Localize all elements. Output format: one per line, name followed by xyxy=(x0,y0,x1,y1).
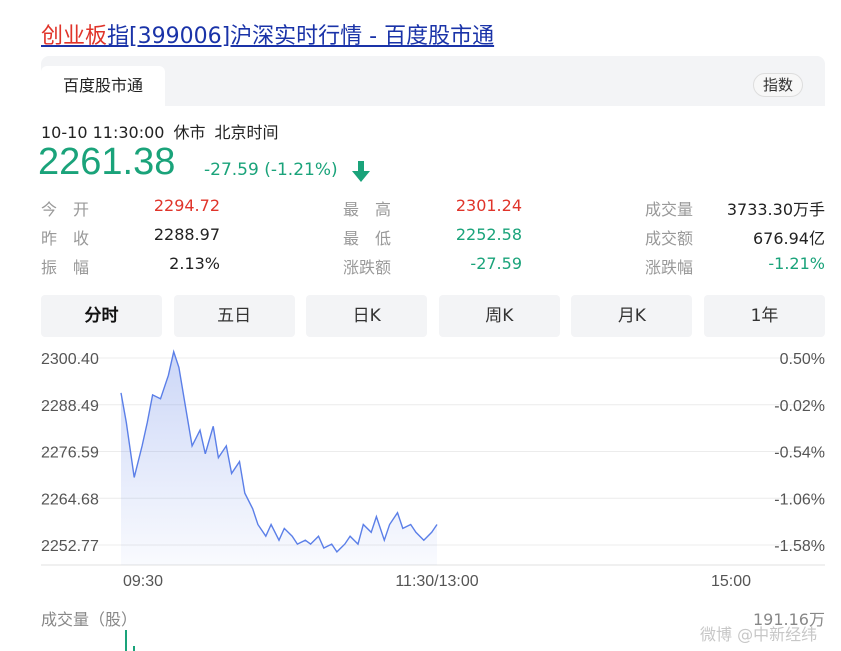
change-amount-label: 涨跌额 xyxy=(343,258,392,277)
x-tick-label: 15:00 xyxy=(711,573,751,590)
title-highlight[interactable]: 创业板 xyxy=(41,24,107,49)
open-label: 今 开 xyxy=(41,200,90,219)
change-pct-value: -1.21% xyxy=(768,254,825,273)
high-label: 最 高 xyxy=(343,200,392,219)
y-right-tick-label: -1.06% xyxy=(774,491,825,508)
price-change: -27.59 (-1.21%) xyxy=(204,160,338,180)
volume-bar xyxy=(133,646,135,651)
weibo-watermark: 微博 @中新经纬 xyxy=(700,625,818,644)
quote-datetime: 10-10 11:30:00 xyxy=(41,123,165,142)
range-tab-6[interactable]: 1年 xyxy=(704,295,825,337)
volume-chart-label: 成交量（股） xyxy=(41,610,138,629)
y-tick-label: 2300.40 xyxy=(41,351,99,368)
market-state: 休市 xyxy=(173,123,206,142)
volume-label: 成交量 xyxy=(645,200,694,219)
high-value: 2301.24 xyxy=(455,196,522,215)
volume-bar xyxy=(125,630,127,651)
price-area xyxy=(121,351,437,565)
range-tab-5[interactable]: 月K xyxy=(571,295,693,337)
tab-baidu-stock[interactable]: 百度股市通 xyxy=(41,66,165,106)
range-tab-4[interactable]: 周K xyxy=(438,295,560,337)
turnover-label: 成交额 xyxy=(645,229,694,248)
page-title[interactable]: 创业板指[399006]沪深实时行情 - 百度股市通 xyxy=(41,18,494,50)
range-tabs: 分时 五日 日K 周K 月K 1年 xyxy=(41,295,825,337)
range-tab-3[interactable]: 日K xyxy=(306,295,428,337)
y-right-tick-label: -0.54% xyxy=(774,445,825,462)
intraday-chart: 2300.40 2288.49 2276.59 2264.68 2252.77 0.50%… xyxy=(41,349,825,651)
timezone: 北京时间 xyxy=(214,123,279,142)
amplitude-label: 振 幅 xyxy=(41,258,90,277)
y-tick-label: 2264.68 xyxy=(41,491,99,508)
prev-close-value: 2288.97 xyxy=(153,225,220,244)
title-rest[interactable]: 指[399006]沪深实时行情 - 百度股市通 xyxy=(107,24,494,49)
y-tick-label: 2288.49 xyxy=(41,398,99,415)
y-right-tick-label: -0.02% xyxy=(774,398,825,415)
source-tabbar: 百度股市通 指数 xyxy=(41,56,825,106)
current-price: 2261.38 xyxy=(38,141,176,183)
low-value: 2252.58 xyxy=(455,225,522,244)
volume-value: 3733.30万手 xyxy=(726,200,825,219)
y-tick-label: 2252.77 xyxy=(41,538,99,555)
y-right-tick-label: 0.50% xyxy=(780,351,825,368)
x-tick-label: 09:30 xyxy=(123,573,163,590)
change-amount-value: -27.59 xyxy=(470,254,522,273)
low-label: 最 低 xyxy=(343,229,392,248)
amplitude-value: 2.13% xyxy=(169,254,220,273)
open-value: 2294.72 xyxy=(153,196,220,215)
range-tab-2[interactable]: 五日 xyxy=(173,295,295,337)
turnover-value: 676.94亿 xyxy=(753,229,825,248)
range-tab-1[interactable]: 分时 xyxy=(41,295,162,337)
y-tick-label: 2276.59 xyxy=(41,445,99,462)
x-tick-label: 11:30/13:00 xyxy=(395,573,478,590)
index-badge[interactable]: 指数 xyxy=(752,73,803,97)
market-status: 10-10 11:30:00 休市 北京时间 xyxy=(41,119,287,143)
y-right-tick-label: -1.58% xyxy=(774,538,825,555)
arrow-down-icon xyxy=(352,161,370,182)
prev-close-label: 昨 收 xyxy=(41,229,90,248)
change-pct-label: 涨跌幅 xyxy=(645,258,694,277)
